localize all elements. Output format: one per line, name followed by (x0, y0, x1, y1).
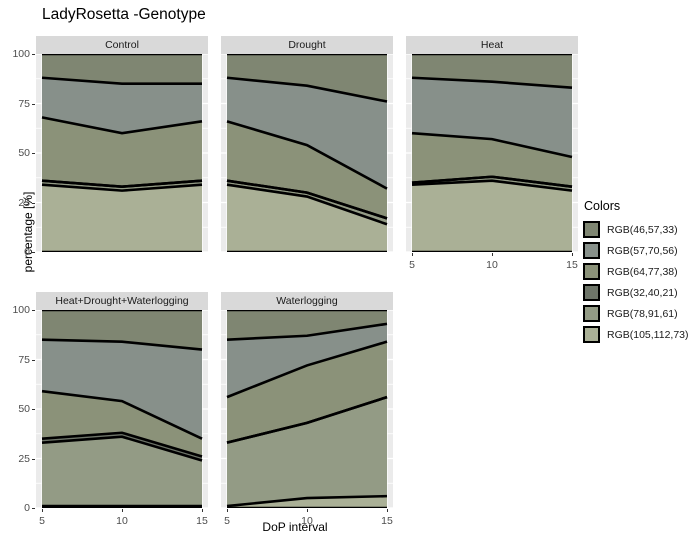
x-tick-label: 10 (116, 515, 128, 527)
legend-item[interactable]: RGB(32,40,21) (583, 282, 689, 303)
x-tick-mark (387, 509, 388, 512)
x-tick-mark (227, 509, 228, 512)
legend: Colors RGB(46,57,33) RGB(57,70,56) RGB(64,… (583, 199, 689, 345)
y-tick-mark (32, 252, 35, 253)
facet-strip-label: Heat (406, 36, 578, 54)
y-tick-mark (32, 153, 35, 154)
legend-color-swatch (583, 305, 600, 322)
y-tick-label: 0 (24, 246, 30, 258)
legend-item[interactable]: RGB(64,77,38) (583, 261, 689, 282)
legend-item-label: RGB(64,77,38) (607, 265, 678, 278)
facet-panel-waterlogging: Waterlogging (221, 292, 393, 508)
x-tick-label: 5 (224, 515, 230, 527)
y-tick-label: 25 (18, 452, 30, 465)
y-tick-mark (32, 359, 35, 361)
x-tick-mark (202, 509, 203, 512)
plot-area (406, 54, 578, 252)
legend-item-label: RGB(78,91,61) (607, 307, 678, 320)
facet-panel-drought: Drought (221, 36, 393, 252)
legend-item-label: RGB(32,40,21) (607, 286, 678, 299)
x-tick-mark (492, 253, 493, 256)
chart-root: LadyRosetta -Genotype percentage [%] DoP… (0, 0, 700, 546)
legend-title: Colors (584, 199, 621, 213)
y-tick-label: 100 (12, 48, 30, 60)
plot-area (36, 54, 208, 252)
y-tick-label: 25 (18, 196, 30, 209)
y-tick-mark (32, 54, 35, 55)
legend-item-label: RGB(105,112,73) (607, 328, 689, 341)
facet-strip-label: Control (36, 36, 208, 54)
legend-item-label: RGB(57,70,56) (607, 244, 678, 257)
x-tick-mark (307, 509, 308, 512)
legend-item[interactable]: RGB(57,70,56) (583, 240, 689, 261)
legend-item[interactable]: RGB(78,91,61) (583, 303, 689, 324)
legend-item[interactable]: RGB(46,57,33) (583, 219, 689, 240)
x-axis-title: DoP interval (262, 520, 328, 534)
plot-area (36, 310, 208, 508)
x-tick-label: 10 (486, 259, 498, 271)
facet-strip-label: Waterlogging (221, 292, 393, 310)
y-tick-mark (32, 103, 35, 105)
facet-strip-label: Heat+Drought+Waterlogging (36, 292, 208, 310)
legend-color-swatch (583, 326, 600, 343)
legend-items: RGB(46,57,33) RGB(57,70,56) RGB(64,77,38) R… (583, 219, 689, 345)
y-tick-mark (32, 202, 35, 204)
y-tick-label: 50 (18, 403, 30, 415)
legend-item-label: RGB(46,57,33) (607, 223, 678, 236)
plot-area (221, 54, 393, 252)
y-tick-label: 100 (12, 304, 30, 316)
y-tick-mark (32, 458, 35, 460)
facet-panel-heat-drought-waterlogging: Heat+Drought+Waterlogging (36, 292, 208, 508)
x-tick-mark (42, 509, 43, 512)
y-tick-label: 0 (24, 502, 30, 514)
x-tick-label: 15 (381, 515, 393, 527)
y-tick-mark (32, 409, 35, 410)
legend-color-swatch (583, 242, 600, 259)
y-tick-label: 50 (18, 147, 30, 159)
facet-panel-control: Control (36, 36, 208, 252)
x-tick-label: 5 (409, 259, 415, 271)
x-tick-label: 5 (39, 515, 45, 527)
legend-color-swatch (583, 221, 600, 238)
x-tick-label: 15 (566, 259, 578, 271)
x-tick-mark (572, 253, 573, 256)
x-tick-mark (412, 253, 413, 256)
page-title: LadyRosetta -Genotype (42, 6, 206, 23)
legend-color-swatch (583, 284, 600, 301)
x-tick-label: 15 (196, 515, 208, 527)
x-tick-mark (122, 509, 123, 512)
y-tick-mark (32, 508, 35, 509)
legend-item[interactable]: RGB(105,112,73) (583, 324, 689, 345)
facet-panel-heat: Heat (406, 36, 578, 252)
legend-color-swatch (583, 263, 600, 280)
facet-strip-label: Drought (221, 36, 393, 54)
y-tick-label: 75 (18, 97, 30, 110)
plot-area (221, 310, 393, 508)
x-tick-label: 10 (301, 515, 313, 527)
y-tick-label: 75 (18, 353, 30, 366)
y-axis-title: percentage [%] (21, 191, 35, 273)
y-tick-mark (32, 310, 35, 311)
